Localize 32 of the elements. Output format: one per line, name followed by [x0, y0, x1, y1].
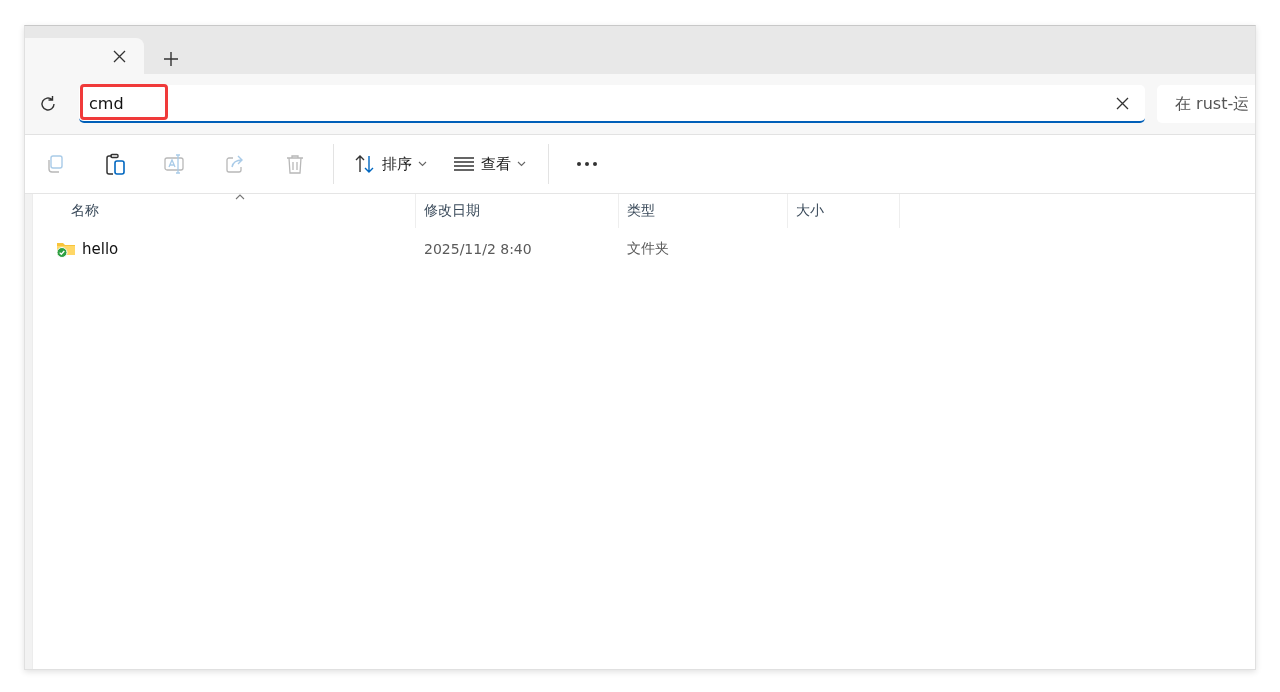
column-header[interactable]: 类型 [619, 194, 788, 228]
share-icon [225, 154, 245, 174]
folder-icon [56, 240, 76, 258]
table-cell-text: 2025/11/2 8:40 [423, 241, 533, 257]
copy-icon [45, 154, 65, 174]
view-button[interactable]: 查看 [449, 144, 530, 184]
refresh-button[interactable] [39, 95, 57, 113]
close-icon [113, 49, 126, 63]
list-icon [453, 157, 475, 171]
chevron-down-icon [517, 161, 526, 167]
file-name[interactable]: hello [82, 240, 119, 258]
sort-caret-icon [235, 194, 245, 200]
table-cell-text: 文件夹 [626, 240, 670, 258]
paste-icon [104, 153, 126, 175]
close-icon [1116, 96, 1129, 110]
close-tab-button[interactable] [113, 49, 126, 63]
more-icon [576, 161, 598, 167]
trash-icon [285, 153, 305, 175]
chevron-down-icon [418, 161, 427, 167]
column-header[interactable]: 名称 [33, 194, 416, 228]
column-header[interactable]: 修改日期 [416, 194, 619, 228]
refresh-icon [39, 95, 57, 113]
column-header[interactable]: 大小 [788, 194, 900, 228]
clear-button[interactable] [1116, 96, 1129, 110]
new-tab-button[interactable] [164, 52, 178, 66]
sort-icon [354, 154, 376, 174]
plus-icon [164, 52, 178, 66]
sort-button[interactable]: 排序 [350, 144, 431, 184]
address-field[interactable]: cmd [89, 93, 1116, 113]
search-field[interactable]: 在 rust-运 [1157, 85, 1255, 123]
rename-icon [164, 154, 186, 174]
address-field[interactable]: cmd [79, 85, 1145, 123]
